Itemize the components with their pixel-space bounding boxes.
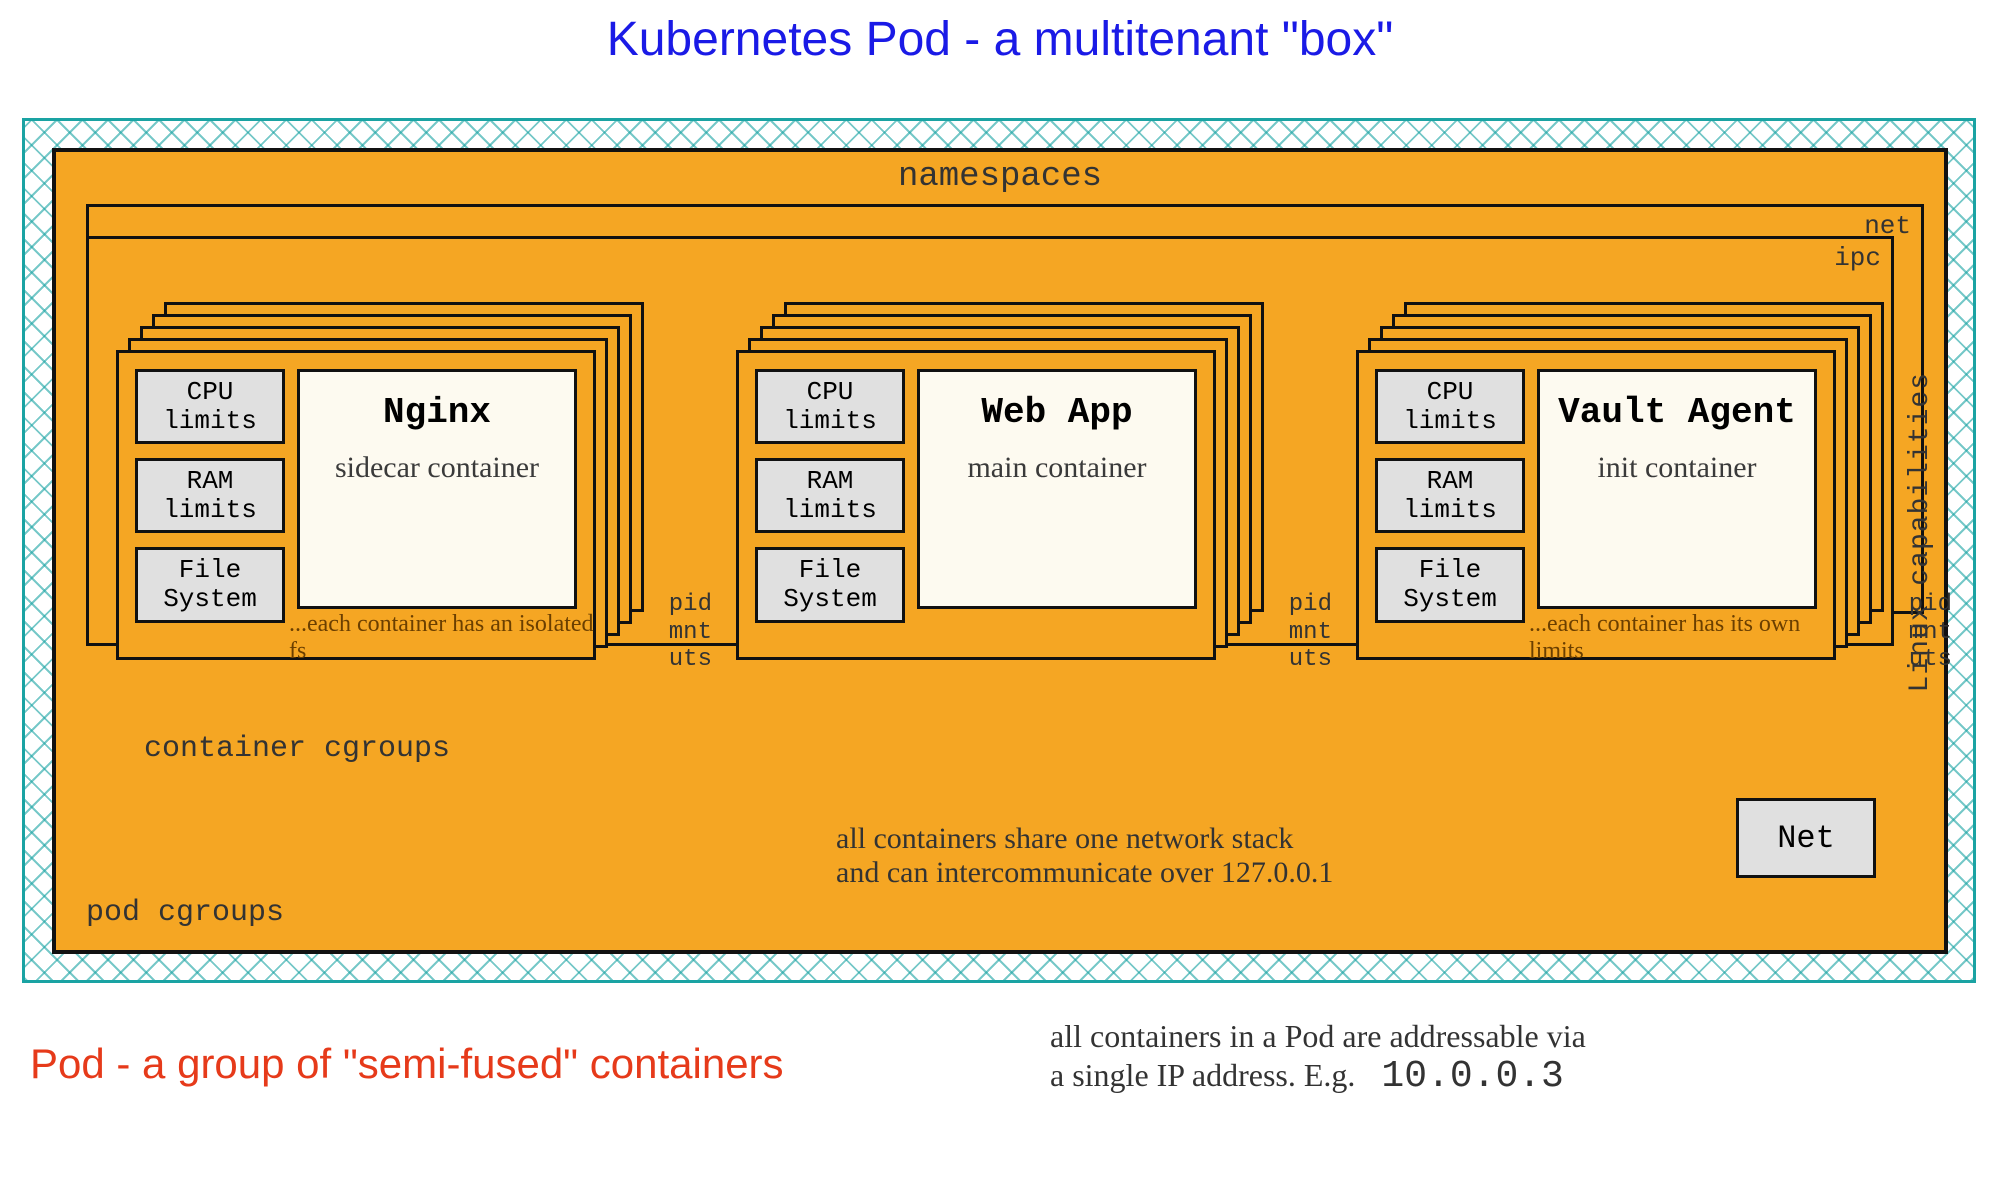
limit-fs: File System — [1375, 547, 1525, 622]
footer-right: all containers in a Pod are addressable … — [1050, 1018, 1950, 1098]
footer-right-l2: a single IP address. E.g. — [1050, 1057, 1355, 1093]
ns-pid: pid — [669, 591, 712, 618]
container-name: Vault Agent — [1540, 392, 1814, 433]
container-vault: CPU limits RAM limits File System Vault … — [1356, 302, 1896, 662]
pod-cgroups-label: pod cgroups — [86, 896, 284, 930]
under-note: ...each container has its own limits — [1529, 611, 1849, 665]
limits-col: CPU limits RAM limits File System — [135, 369, 285, 637]
container-front: CPU limits RAM limits File System Web Ap… — [736, 350, 1216, 660]
limit-ram: RAM limits — [1375, 458, 1525, 533]
limit-fs: File System — [755, 547, 905, 622]
per-container-ns-labels: pid mnt uts — [669, 591, 712, 674]
ns-mnt: mnt — [669, 619, 712, 646]
container-name: Web App — [920, 392, 1194, 433]
share-note-l1: all containers share one network stack — [836, 822, 1293, 855]
container-name: Nginx — [300, 392, 574, 433]
container-card: Web App main container — [917, 369, 1197, 609]
ns-uts: uts — [669, 646, 712, 673]
ns-uts: uts — [1289, 646, 1332, 673]
footer-left: Pod - a group of "semi-fused" containers — [30, 1040, 784, 1088]
limit-cpu: CPU limits — [1375, 369, 1525, 444]
ns-pid: pid — [1289, 591, 1332, 618]
per-container-ns-labels: pid mnt uts — [1289, 591, 1332, 674]
namespaces-label: namespaces — [56, 158, 1944, 196]
limits-col: CPU limits RAM limits File System — [755, 369, 905, 637]
limit-cpu: CPU limits — [135, 369, 285, 444]
containers-row: CPU limits RAM limits File System Nginx … — [116, 302, 1896, 722]
container-webapp: CPU limits RAM limits File System Web Ap… — [736, 302, 1276, 662]
pod-box: namespaces net ipc CPU limits RAM limits… — [52, 148, 1948, 954]
ns-mnt: mnt — [1289, 619, 1332, 646]
ip-address: 10.0.0.3 — [1381, 1055, 1563, 1098]
container-role: sidecar container — [300, 451, 574, 485]
share-note-l2: and can intercommunicate over 127.0.0.1 — [836, 856, 1333, 889]
limit-ram: RAM limits — [755, 458, 905, 533]
limit-fs: File System — [135, 547, 285, 622]
container-card: Nginx sidecar container — [297, 369, 577, 609]
net-box: Net — [1736, 798, 1876, 878]
container-front: CPU limits RAM limits File System Nginx … — [116, 350, 596, 660]
page-title: Kubernetes Pod - a multitenant "box" — [0, 12, 2000, 67]
container-card: Vault Agent init container — [1537, 369, 1817, 609]
container-front: CPU limits RAM limits File System Vault … — [1356, 350, 1836, 660]
container-nginx: CPU limits RAM limits File System Nginx … — [116, 302, 656, 662]
footer-right-l1: all containers in a Pod are addressable … — [1050, 1018, 1586, 1054]
limits-col: CPU limits RAM limits File System — [1375, 369, 1525, 637]
limit-ram: RAM limits — [135, 458, 285, 533]
linux-capabilities-label: Linux capabilities — [1905, 372, 1936, 692]
share-note: all containers share one network stack a… — [836, 822, 1576, 890]
container-cgroups-label: container cgroups — [144, 732, 450, 766]
ns-tag: ipc — [1834, 243, 1881, 273]
limit-cpu: CPU limits — [755, 369, 905, 444]
under-note: ...each container has an isolated fs — [289, 611, 609, 665]
container-role: main container — [920, 451, 1194, 485]
container-role: init container — [1540, 451, 1814, 485]
